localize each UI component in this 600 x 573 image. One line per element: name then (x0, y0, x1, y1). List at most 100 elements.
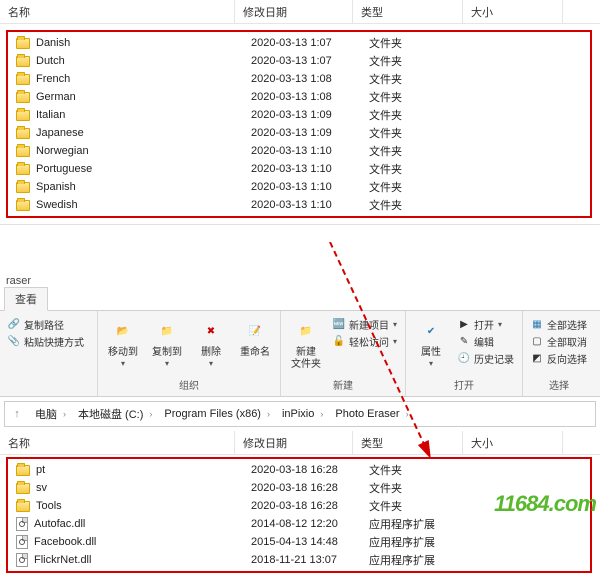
new-item-button[interactable]: 🆕新建项目▾ (333, 317, 397, 332)
invert-icon: ◩ (531, 353, 543, 365)
folder-icon (16, 182, 30, 193)
watermark: 11684.com (494, 491, 596, 517)
new-folder-button[interactable]: 📁新建 文件夹 (285, 315, 327, 373)
table-row[interactable]: Swedish2020-03-13 1:10文件夹 (8, 196, 590, 214)
col-size[interactable]: 大小 (463, 431, 563, 454)
table-row[interactable]: Japanese2020-03-13 1:09文件夹 (8, 124, 590, 142)
up-button[interactable]: ↑ (5, 402, 29, 426)
edit-icon: ✎ (458, 336, 470, 348)
table-row[interactable]: Autofac.dll2014-08-12 12:20应用程序扩展 (8, 515, 590, 533)
copy-to-button[interactable]: 📁复制到▾ (146, 315, 188, 371)
ribbon-group-select: ▦全部选择 ▢全部取消 ◩反向选择 选择 (523, 311, 595, 396)
breadcrumb-segment[interactable]: inPixio› (276, 402, 329, 426)
table-row[interactable]: French2020-03-13 1:08文件夹 (8, 70, 590, 88)
folder-icon (16, 110, 30, 121)
easy-access-button[interactable]: 🔓轻松访问▾ (333, 334, 397, 349)
select-all-button[interactable]: ▦全部选择 (531, 317, 587, 332)
file-date: 2014-08-12 12:20 (243, 518, 361, 530)
delete-button[interactable]: ✖删除▾ (190, 315, 232, 371)
file-type: 文件夹 (361, 71, 471, 87)
breadcrumb-segment[interactable]: 本地磁盘 (C:)› (72, 402, 158, 426)
copy-path-button[interactable]: 🔗复制路径 (8, 317, 84, 332)
file-date: 2020-03-13 1:09 (243, 127, 361, 139)
move-icon: 📂 (109, 317, 137, 345)
table-row[interactable]: Dutch2020-03-13 1:07文件夹 (8, 52, 590, 70)
table-row[interactable]: Italian2020-03-13 1:09文件夹 (8, 106, 590, 124)
file-type: 文件夹 (361, 480, 471, 496)
table-row[interactable]: Facebook.dll2015-04-13 14:48应用程序扩展 (8, 533, 590, 551)
folder-icon (16, 38, 30, 49)
col-type[interactable]: 类型 (353, 0, 463, 23)
file-type: 文件夹 (361, 143, 471, 159)
file-date: 2020-03-13 1:08 (243, 91, 361, 103)
group-label-open: 打开 (410, 375, 518, 394)
file-name: Spanish (36, 181, 76, 193)
file-name: pt (36, 464, 45, 476)
chevron-right-icon: › (406, 409, 409, 419)
group-label (4, 379, 93, 394)
table-row[interactable]: pt2020-03-18 16:28文件夹 (8, 461, 590, 479)
file-name: sv (36, 482, 47, 494)
chevron-right-icon: › (267, 409, 270, 419)
history-button[interactable]: 🕘历史记录 (458, 351, 514, 366)
open-button[interactable]: ▶打开▾ (458, 317, 514, 332)
table-row[interactable]: Portuguese2020-03-13 1:10文件夹 (8, 160, 590, 178)
group-label-select: 选择 (527, 375, 591, 394)
file-date: 2015-04-13 14:48 (243, 536, 361, 548)
col-type[interactable]: 类型 (353, 431, 463, 454)
table-row[interactable]: FlickrNet.dll2018-11-21 13:07应用程序扩展 (8, 551, 590, 569)
folder-icon (16, 164, 30, 175)
explorer-window: raser 查看 🔗复制路径 📎粘贴快捷方式 📂移动到▾ 📁复制到▾ ✖删除▾ … (0, 273, 600, 573)
folder-icon (16, 200, 30, 211)
new-item-icon: 🆕 (333, 319, 345, 331)
copy-icon: 📁 (153, 317, 181, 345)
properties-button[interactable]: ✔属性▾ (410, 315, 452, 371)
file-date: 2020-03-13 1:10 (243, 181, 361, 193)
folder-icon (16, 483, 30, 494)
file-type: 文件夹 (361, 53, 471, 69)
ribbon-group-open: ✔属性▾ ▶打开▾ ✎编辑 🕘历史记录 打开 (406, 311, 523, 396)
folder-icon (16, 74, 30, 85)
select-none-button[interactable]: ▢全部取消 (531, 334, 587, 349)
file-name: Swedish (36, 199, 78, 211)
file-name: Tools (36, 500, 62, 512)
dll-file-icon (16, 553, 28, 567)
col-name[interactable]: 名称 (0, 431, 235, 454)
folder-icon (16, 465, 30, 476)
folder-icon (16, 92, 30, 103)
breadcrumb-segment[interactable]: Photo Eraser› (329, 402, 414, 426)
breadcrumb-segment[interactable]: 电脑› (29, 402, 72, 426)
table-row[interactable]: Danish2020-03-13 1:07文件夹 (8, 34, 590, 52)
properties-icon: ✔ (417, 317, 445, 345)
rename-icon: 📝 (241, 317, 269, 345)
window-title: raser (0, 273, 600, 289)
move-to-button[interactable]: 📂移动到▾ (102, 315, 144, 371)
file-date: 2020-03-13 1:09 (243, 109, 361, 121)
col-size[interactable]: 大小 (463, 0, 563, 23)
table-row[interactable]: Norwegian2020-03-13 1:10文件夹 (8, 142, 590, 160)
breadcrumb[interactable]: ↑ 电脑›本地磁盘 (C:)›Program Files (x86)›inPix… (4, 401, 596, 427)
col-name[interactable]: 名称 (0, 0, 235, 23)
dll-file-icon (16, 535, 28, 549)
paste-shortcut-button[interactable]: 📎粘贴快捷方式 (8, 334, 84, 349)
invert-selection-button[interactable]: ◩反向选择 (531, 351, 587, 366)
column-header-row-bottom: 名称 修改日期 类型 大小 (0, 431, 600, 455)
col-date[interactable]: 修改日期 (235, 0, 353, 23)
table-row[interactable]: Spanish2020-03-13 1:10文件夹 (8, 178, 590, 196)
file-name: Portuguese (36, 163, 92, 175)
tab-view[interactable]: 查看 (4, 287, 48, 311)
file-date: 2020-03-18 16:28 (243, 464, 361, 476)
ribbon-group-new: 📁新建 文件夹 🆕新建项目▾ 🔓轻松访问▾ 新建 (281, 311, 406, 396)
file-name: Italian (36, 109, 65, 121)
file-type: 文件夹 (361, 197, 471, 213)
file-date: 2020-03-13 1:07 (243, 37, 361, 49)
table-row[interactable]: German2020-03-13 1:08文件夹 (8, 88, 590, 106)
edit-button[interactable]: ✎编辑 (458, 334, 514, 349)
col-date[interactable]: 修改日期 (235, 431, 353, 454)
breadcrumb-segment[interactable]: Program Files (x86)› (158, 402, 276, 426)
rename-button[interactable]: 📝重命名 (234, 315, 276, 361)
ribbon-group-organize: 📂移动到▾ 📁复制到▾ ✖删除▾ 📝重命名 组织 (98, 311, 281, 396)
file-type: 文件夹 (361, 35, 471, 51)
file-date: 2020-03-13 1:07 (243, 55, 361, 67)
folder-icon (16, 56, 30, 67)
